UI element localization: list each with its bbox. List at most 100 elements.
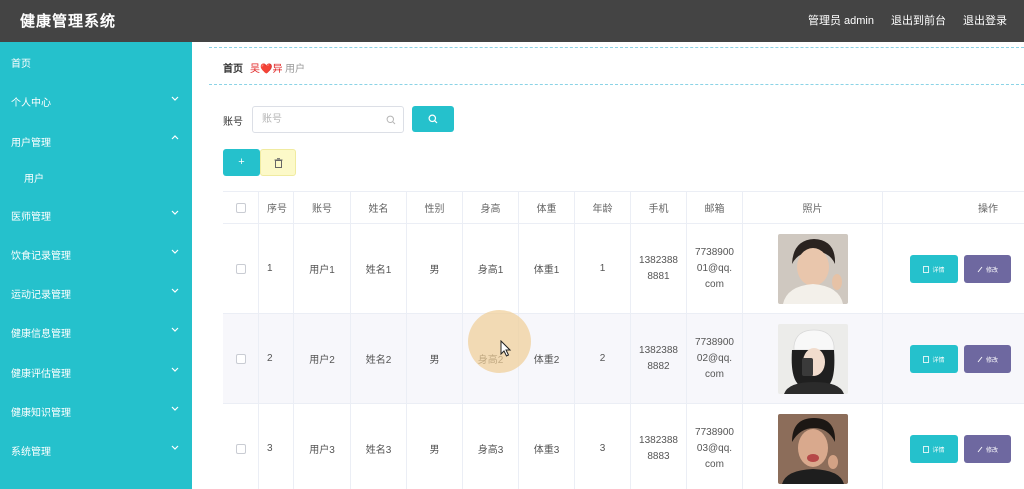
col-header-age: 年龄 — [575, 192, 631, 223]
phone-line: 8881 — [647, 270, 670, 282]
col-header-name: 姓名 — [351, 192, 407, 223]
main-content: 首页 吴❤️异 用户 账号 + 序号 账号 姓名 性别 身高 体重 年龄 手机 … — [192, 42, 1024, 489]
user-photo — [777, 323, 848, 394]
sidebar-item-label: 个人中心 — [11, 98, 51, 109]
cell-weight: 体重2 — [519, 314, 575, 403]
sidebar-item-doctor-management[interactable]: 医师管理 — [0, 195, 192, 233]
col-header-account: 账号 — [294, 192, 351, 223]
sidebar-subitem-users[interactable]: 用户 — [0, 157, 192, 195]
email-line: com — [705, 278, 724, 290]
edit-button[interactable]: 修改 — [964, 255, 1011, 283]
edit-icon — [977, 356, 983, 362]
cell-account: 用户2 — [294, 314, 351, 403]
user-photo — [777, 233, 848, 304]
phone-line: 1382388 — [639, 254, 678, 266]
cell-photo — [743, 404, 883, 489]
cell-gender: 男 — [407, 224, 463, 313]
cell-index: 1 — [259, 224, 294, 313]
search-icon — [386, 115, 396, 125]
row-checkbox[interactable] — [235, 353, 246, 364]
cell-index: 3 — [259, 404, 294, 489]
search-field[interactable] — [252, 106, 404, 133]
sidebar-item-label: 用户管理 — [11, 138, 51, 149]
search-icon — [428, 114, 438, 124]
email-line: 7738900 — [695, 426, 734, 438]
sidebar-item-label: 用户 — [24, 174, 44, 185]
cell-photo — [743, 314, 883, 403]
sidebar-item-health-info-management[interactable]: 健康信息管理 — [0, 312, 192, 350]
chevron-down-icon — [171, 210, 179, 215]
cell-email: 7738900 03@qq. com — [687, 404, 743, 489]
cell-actions: 详情 修改 — [883, 224, 1024, 313]
cell-gender: 男 — [407, 314, 463, 403]
col-header-gender: 性别 — [407, 192, 463, 223]
top-bar-actions: 管理员 admin 退出到前台 退出登录 — [808, 12, 1024, 28]
admin-user-label[interactable]: 管理员 admin — [808, 12, 874, 28]
sidebar-item-health-knowledge-management[interactable]: 健康知识管理 — [0, 391, 192, 429]
breadcrumb-home[interactable]: 首页 — [223, 60, 243, 75]
sidebar-item-system-management[interactable]: 系统管理 — [0, 430, 192, 468]
chevron-down-icon — [171, 288, 179, 293]
app-title: 健康管理系统 — [20, 13, 117, 30]
sidebar-item-label: 系统管理 — [11, 447, 51, 458]
search-input[interactable] — [253, 107, 373, 132]
chevron-down-icon — [171, 96, 179, 101]
phone-line: 8882 — [647, 360, 670, 372]
sidebar-item-health-assessment-management[interactable]: 健康评估管理 — [0, 352, 192, 390]
email-line: 02@qq. — [696, 352, 733, 364]
col-header-email: 邮箱 — [687, 192, 743, 223]
top-bar: 健康管理系统 管理员 admin 退出到前台 退出登录 — [0, 0, 1024, 42]
chevron-down-icon — [171, 327, 179, 332]
cell-height: 身高1 — [463, 224, 519, 313]
chevron-down-icon — [171, 249, 179, 254]
detail-button[interactable]: 详情 — [910, 255, 958, 283]
col-header-height: 身高 — [463, 192, 519, 223]
edit-icon — [977, 266, 983, 272]
cell-height: 身高2 — [463, 314, 519, 403]
cell-age: 3 — [575, 404, 631, 489]
select-all-checkbox[interactable] — [235, 202, 246, 213]
row-checkbox[interactable] — [235, 263, 246, 274]
chevron-down-icon — [171, 445, 179, 450]
edit-button[interactable]: 修改 — [964, 345, 1011, 373]
sidebar-item-label: 首页 — [11, 59, 31, 70]
email-line: 03@qq. — [696, 442, 733, 454]
sidebar-item-label: 运动记录管理 — [11, 290, 71, 301]
sidebar-item-label: 医师管理 — [11, 212, 51, 223]
col-header-actions: 操作 — [978, 204, 998, 215]
user-table: 序号 账号 姓名 性别 身高 体重 年龄 手机 邮箱 照片 操作 1 用户1 姓… — [223, 191, 1024, 489]
sidebar-item-home[interactable]: 首页 — [0, 42, 192, 80]
cell-email: 7738900 02@qq. com — [687, 314, 743, 403]
cell-height: 身高3 — [463, 404, 519, 489]
cell-account: 用户1 — [294, 224, 351, 313]
col-header-photo: 照片 — [743, 192, 883, 223]
search-button[interactable] — [412, 106, 454, 132]
cell-weight: 体重1 — [519, 224, 575, 313]
cell-index: 2 — [259, 314, 294, 403]
cell-phone: 1382388 8881 — [631, 224, 687, 313]
breadcrumb: 首页 吴❤️异 用户 — [209, 47, 1024, 85]
delete-button[interactable] — [260, 149, 296, 176]
edit-button[interactable]: 修改 — [964, 435, 1011, 463]
chevron-up-icon — [171, 135, 179, 140]
sidebar-item-diet-record-management[interactable]: 饮食记录管理 — [0, 234, 192, 272]
search-label: 账号 — [223, 117, 243, 128]
logout-link[interactable]: 退出登录 — [963, 12, 1007, 28]
user-photo — [777, 413, 848, 484]
exit-to-front-link[interactable]: 退出到前台 — [891, 12, 946, 28]
document-icon — [923, 265, 930, 273]
sidebar-item-label: 健康信息管理 — [11, 329, 71, 340]
breadcrumb-middle: 吴❤️异 — [250, 64, 283, 75]
row-checkbox[interactable] — [235, 443, 246, 454]
sidebar-item-user-management[interactable]: 用户管理 — [0, 121, 192, 159]
trash-icon — [274, 158, 283, 168]
email-line: com — [705, 368, 724, 380]
cell-age: 2 — [575, 314, 631, 403]
add-button[interactable]: + — [223, 149, 260, 176]
cell-weight: 体重3 — [519, 404, 575, 489]
detail-button[interactable]: 详情 — [910, 345, 958, 373]
detail-button[interactable]: 详情 — [910, 435, 958, 463]
sidebar-item-personal-center[interactable]: 个人中心 — [0, 81, 192, 119]
sidebar-item-exercise-record-management[interactable]: 运动记录管理 — [0, 273, 192, 311]
col-header-phone: 手机 — [631, 192, 687, 223]
